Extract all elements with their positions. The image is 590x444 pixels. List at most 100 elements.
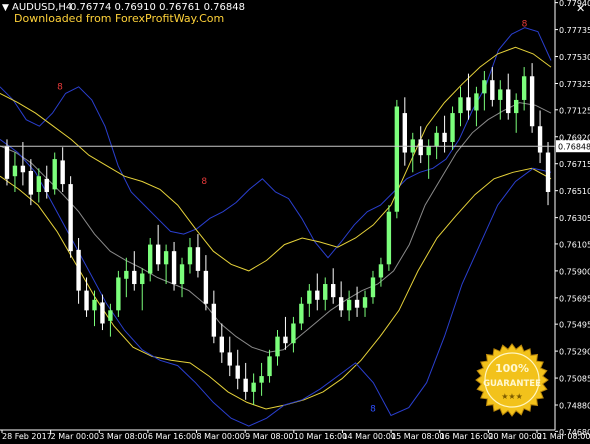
candle xyxy=(243,362,248,400)
candle xyxy=(140,268,145,311)
candle-body xyxy=(219,336,224,353)
candle xyxy=(132,251,137,291)
candle xyxy=(20,142,26,186)
candle-body xyxy=(227,352,232,366)
candle xyxy=(259,362,264,396)
x-tick-label: 3 Mar 08:00 xyxy=(99,432,147,440)
candle-body xyxy=(140,273,145,285)
candle-body xyxy=(291,323,296,344)
guarantee-badge: 100% GUARANTEE ★★★ xyxy=(475,343,549,417)
candle-body xyxy=(116,277,121,311)
candle-body xyxy=(426,145,431,156)
candle xyxy=(466,73,471,120)
close-icon[interactable]: ✕ xyxy=(576,2,585,15)
candle xyxy=(171,241,177,291)
candle-body xyxy=(36,176,41,192)
candle-body xyxy=(203,270,209,304)
candle xyxy=(211,290,217,344)
candle-body xyxy=(60,160,65,185)
x-tick-label: 9 Mar 08:00 xyxy=(245,432,293,440)
candle xyxy=(52,152,57,195)
symbol-dropdown-icon[interactable]: ▼ xyxy=(2,3,9,13)
y-tick-label: 0.76715 xyxy=(559,160,590,169)
candle-body xyxy=(76,249,81,291)
candle-body xyxy=(148,244,153,274)
x-tick-label: 28 Feb 2017 xyxy=(2,432,52,440)
candle xyxy=(537,110,543,164)
candle xyxy=(44,165,49,199)
candle-body xyxy=(100,302,105,324)
candle-body xyxy=(466,97,471,111)
x-tick-label: 14 Mar 00:00 xyxy=(342,432,395,440)
candle xyxy=(323,277,328,311)
x-tick-label: 16 Mar 16:00 xyxy=(440,432,493,440)
upper-band-line xyxy=(0,27,552,259)
sell-signal-marker: 8 xyxy=(57,82,63,92)
candle-body xyxy=(28,170,34,195)
candle xyxy=(219,323,224,363)
candle xyxy=(68,176,73,258)
badge-percent: 100% xyxy=(495,362,529,375)
candle xyxy=(76,238,81,304)
candle xyxy=(474,86,479,127)
candle xyxy=(235,349,240,390)
candle xyxy=(386,205,392,271)
candle xyxy=(36,168,41,203)
candle-body xyxy=(155,244,161,265)
candle xyxy=(187,238,193,274)
candle xyxy=(362,290,368,317)
candle-body xyxy=(211,303,217,337)
candle xyxy=(315,273,320,311)
candle xyxy=(116,270,121,317)
x-tick-label: 21 Mar 08:00 xyxy=(537,432,590,440)
middle-band-line xyxy=(0,102,552,353)
x-tick-label: 15 Mar 08:00 xyxy=(391,432,444,440)
candle-body xyxy=(171,251,177,285)
candle-body xyxy=(354,299,360,308)
candle xyxy=(545,142,551,206)
y-tick-label: 0.75900 xyxy=(559,267,590,276)
candle xyxy=(442,115,447,153)
buy-signal-marker: 8 xyxy=(370,405,376,415)
candle xyxy=(418,126,423,164)
candle-body xyxy=(52,159,57,190)
candle-body xyxy=(498,89,503,100)
current-price-layer: 0.76848 xyxy=(0,140,590,153)
candle-body xyxy=(434,132,439,146)
candle-body xyxy=(259,376,264,383)
candle-body xyxy=(490,80,495,100)
candle-body xyxy=(307,290,312,304)
candle-body xyxy=(235,365,240,379)
candle xyxy=(402,97,407,166)
candle-body xyxy=(108,310,113,321)
signals-layer: 8 8 8 8 xyxy=(57,19,528,414)
y-tick-label: 0.75290 xyxy=(559,348,590,357)
candle-body xyxy=(20,165,26,173)
y-tick-label: 0.74880 xyxy=(559,402,590,411)
candle xyxy=(426,139,431,179)
candle xyxy=(514,93,519,133)
candle xyxy=(275,330,280,366)
lower-band-line xyxy=(0,138,552,427)
candle xyxy=(203,255,209,311)
candle xyxy=(92,290,97,327)
candle xyxy=(458,86,463,127)
candle-body xyxy=(84,290,89,311)
yellow-lower-band-line xyxy=(0,167,552,410)
y-tick-label: 0.77325 xyxy=(559,80,590,89)
candles-layer xyxy=(4,63,551,406)
candle xyxy=(251,373,256,406)
sell-signal-marker: 8 xyxy=(201,177,207,187)
candle xyxy=(108,303,113,337)
candle-body xyxy=(378,264,384,278)
candle-body xyxy=(195,247,201,271)
candle-body xyxy=(68,184,73,252)
candle-body xyxy=(338,297,344,311)
candle xyxy=(299,297,304,331)
candle-body xyxy=(124,270,129,279)
chart-area[interactable]: 8 8 8 8 0.76848 0.77940 0.77735 0.77530 0.7732… xyxy=(0,0,590,441)
candle-body xyxy=(331,284,336,298)
chart-canvas[interactable]: 8 8 8 8 0.76848 0.77940 0.77735 0.77530 0.7732… xyxy=(0,0,590,441)
y-tick-label: 0.77530 xyxy=(559,53,590,62)
candle-body xyxy=(346,299,352,311)
